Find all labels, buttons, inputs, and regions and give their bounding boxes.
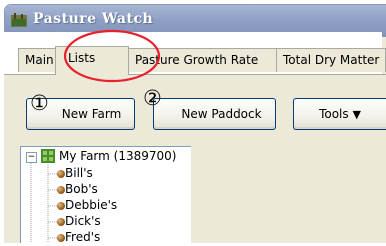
tree-item[interactable]: Dick's: [65, 214, 101, 230]
step-2-marker: ②: [143, 86, 162, 110]
tab-lists-label: Lists: [68, 51, 96, 65]
step-1-marker: ①: [30, 91, 49, 115]
paddock-icon: [57, 234, 65, 242]
tab-pasture-growth-rate[interactable]: Pasture Growth Rate: [128, 48, 277, 72]
tree-item[interactable]: Bill's: [65, 166, 93, 182]
dropdown-arrow-icon: ▼: [352, 108, 361, 121]
collapse-toggle-icon[interactable]: −: [26, 152, 37, 163]
tab-pasture-growth-rate-label: Pasture Growth Rate: [135, 53, 259, 67]
tools-button[interactable]: Tools ▼: [293, 98, 386, 130]
paddock-icon: [57, 186, 65, 194]
paddock-icon: [57, 170, 65, 178]
tab-total-dry-matter[interactable]: Total Dry Matter: [276, 48, 386, 72]
tree-item[interactable]: Debbie's: [65, 198, 117, 214]
tab-lists[interactable]: Lists: [55, 46, 129, 75]
tree-item[interactable]: Bob's: [65, 182, 98, 198]
farm-tree[interactable]: − My Farm (1389700) Bill's Bob's Debbie'…: [20, 146, 191, 246]
tree-root-label[interactable]: My Farm (1389700): [59, 149, 176, 165]
paddock-icon: [57, 202, 65, 210]
tools-label: Tools: [319, 107, 349, 121]
tab-main[interactable]: Main: [18, 48, 56, 72]
new-paddock-button[interactable]: New Paddock: [153, 98, 276, 130]
new-paddock-label: New Paddock: [181, 107, 262, 121]
tree-item[interactable]: Fred's: [65, 230, 100, 246]
new-farm-label: New Farm: [61, 107, 122, 121]
paddock-icon: [57, 218, 65, 226]
pasture-app-icon: [11, 13, 27, 27]
window-title: Pasture Watch: [33, 11, 154, 27]
tab-main-label: Main: [25, 53, 54, 67]
tab-total-dry-matter-label: Total Dry Matter: [283, 53, 380, 67]
farm-icon: [41, 149, 55, 163]
